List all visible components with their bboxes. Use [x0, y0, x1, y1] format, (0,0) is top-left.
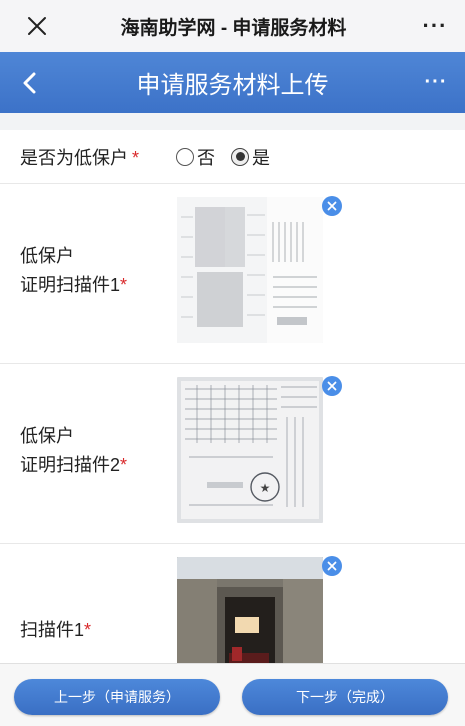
upload-row-certificate-2: 低保户 证明扫描件2* ★	[0, 364, 465, 544]
upload-row-certificate-1: 低保户 证明扫描件1*	[0, 184, 465, 364]
more-options-icon[interactable]: ···	[405, 13, 465, 39]
form-content: 是否为低保户 * 否 是 低保户 证明扫描件1* 低保户 证明扫描件2* ★ 扫…	[0, 113, 465, 663]
upload-label: 扫描件1*	[20, 620, 92, 640]
close-icon[interactable]	[12, 0, 62, 52]
svg-text:★: ★	[260, 481, 271, 495]
delete-image-icon[interactable]	[322, 196, 342, 216]
upload-row-scan-1: 扫描件1*	[0, 544, 465, 663]
bottom-action-bar: 上一步（申请服务） 下一步（完成）	[0, 663, 465, 726]
uploaded-image-thumbnail[interactable]: ★	[177, 377, 323, 523]
radio-option-no[interactable]: 否	[176, 144, 215, 170]
section-gap	[0, 113, 465, 130]
app-nav-bar: 申请服务材料上传 ···	[0, 52, 465, 113]
radio-unchecked-icon	[176, 147, 194, 166]
wechat-top-bar: 海南助学网 - 申请服务材料 ···	[0, 0, 465, 52]
back-arrow-icon[interactable]	[0, 52, 58, 113]
next-step-button[interactable]: 下一步（完成）	[242, 679, 448, 715]
wechat-page-title: 海南助学网 - 申请服务材料	[120, 17, 347, 39]
required-asterisk: *	[132, 147, 140, 168]
page-title: 申请服务材料上传	[136, 72, 329, 99]
low-income-question-row: 是否为低保户 * 否 是	[0, 130, 465, 184]
uploaded-image-thumbnail[interactable]	[177, 557, 323, 663]
nav-more-icon[interactable]: ···	[407, 71, 465, 94]
delete-image-icon[interactable]	[322, 556, 342, 576]
previous-step-button[interactable]: 上一步（申请服务）	[14, 679, 220, 715]
upload-label: 低保户 证明扫描件2*	[20, 426, 128, 475]
low-income-label: 是否为低保户 *	[20, 147, 140, 168]
uploaded-image-thumbnail[interactable]	[177, 197, 323, 343]
radio-checked-icon	[231, 147, 249, 166]
delete-image-icon[interactable]	[322, 376, 342, 396]
upload-label: 低保户 证明扫描件1*	[20, 246, 128, 295]
radio-option-yes[interactable]: 是	[231, 144, 270, 170]
